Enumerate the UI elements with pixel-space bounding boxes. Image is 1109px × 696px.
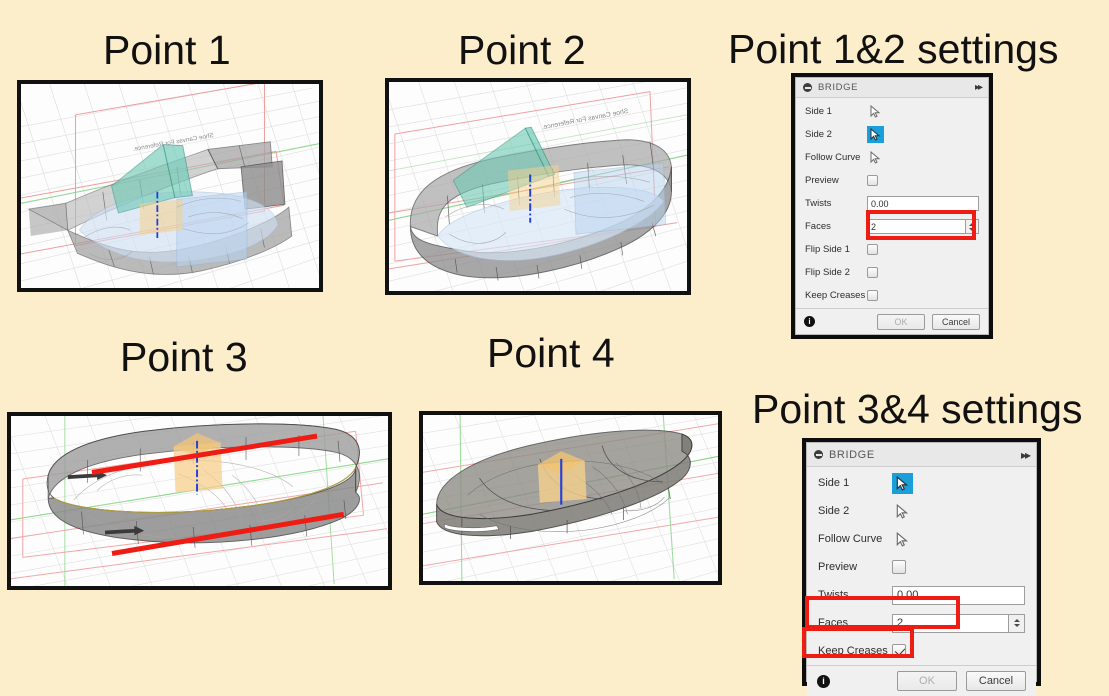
viewport-point-2[interactable]: Shoe Canvas For Reference. <box>385 78 691 295</box>
select-button-follow-curve[interactable] <box>867 149 884 166</box>
bridge-panel-top: BRIDGE ▸▸ Side 1 Side 2 Follow Curve Pre… <box>795 77 989 335</box>
row-follow-curve[interactable]: Follow Curve <box>796 146 988 169</box>
select-button-side-1[interactable] <box>867 103 884 120</box>
heading-point-2: Point 2 <box>458 27 586 73</box>
checkbox-keep-creases[interactable] <box>892 644 906 658</box>
row-label-faces: Faces <box>805 221 831 232</box>
select-button-follow-curve[interactable] <box>892 529 913 550</box>
spinner-down-icon[interactable] <box>969 227 975 231</box>
ok-button[interactable]: OK <box>877 313 925 330</box>
row-label-twists: Twists <box>805 198 832 209</box>
input-twists[interactable]: 0.00 <box>892 585 1025 605</box>
bridge-panel-bottom: BRIDGE ▸▸ Side 1 Side 2 Follow Curve Pre… <box>806 442 1037 696</box>
row-side-1[interactable]: Side 1 <box>796 100 988 123</box>
viewport-point-1-scene: Shoe Canvas For Reference. <box>21 84 319 288</box>
row-label-follow-curve: Follow Curve <box>818 533 883 545</box>
cursor-arrow-icon <box>870 128 881 141</box>
row-faces[interactable]: Faces 2 <box>796 215 988 238</box>
row-label-keep-creases: Keep Creases <box>818 645 888 657</box>
row-label-flip-side-2: Flip Side 2 <box>805 267 850 278</box>
checkbox-flip-side-1[interactable] <box>867 244 878 255</box>
row-keep-creases[interactable]: Keep Creases <box>796 284 988 307</box>
viewport-point-2-scene: Shoe Canvas For Reference. <box>389 82 687 291</box>
spinner-up-icon[interactable] <box>969 222 975 226</box>
stepper-faces[interactable]: 2 <box>867 219 979 234</box>
row-label-preview: Preview <box>805 175 839 186</box>
row-label-preview: Preview <box>818 561 858 573</box>
input-faces[interactable]: 2 <box>867 219 966 234</box>
cancel-button[interactable]: Cancel <box>932 313 980 330</box>
viewport-point-1[interactable]: Shoe Canvas For Reference. <box>17 80 323 292</box>
row-preview[interactable]: Preview <box>807 553 1036 581</box>
heading-point-3: Point 3 <box>120 334 248 380</box>
collapse-icon[interactable] <box>814 450 823 459</box>
row-side-2[interactable]: Side 2 <box>807 497 1036 525</box>
row-twists[interactable]: Twists 0.00 <box>796 192 988 215</box>
dialog-body-top: Side 1 Side 2 Follow Curve Preview Twist… <box>796 98 988 308</box>
checkbox-preview[interactable] <box>892 560 906 574</box>
dialog-titlebar-top[interactable]: BRIDGE ▸▸ <box>796 78 988 98</box>
row-keep-creases[interactable]: Keep Creases <box>807 637 1036 665</box>
dialog-title-label: BRIDGE <box>829 448 875 461</box>
row-side-1[interactable]: Side 1 <box>807 469 1036 497</box>
cursor-arrow-icon <box>896 503 909 519</box>
checkbox-flip-side-2[interactable] <box>867 267 878 278</box>
select-button-side-2[interactable] <box>867 126 884 143</box>
row-label-faces: Faces <box>818 617 848 629</box>
input-faces[interactable]: 2 <box>892 613 1009 633</box>
bridge-dialog-top[interactable]: BRIDGE ▸▸ Side 1 Side 2 Follow Curve Pre… <box>791 73 993 339</box>
spinner-faces[interactable] <box>1009 613 1025 633</box>
row-label-side-1: Side 1 <box>805 106 832 117</box>
row-follow-curve[interactable]: Follow Curve <box>807 525 1036 553</box>
row-label-side-1: Side 1 <box>818 477 850 489</box>
info-icon[interactable]: i <box>804 316 815 327</box>
expand-arrows-icon[interactable]: ▸▸ <box>1021 449 1031 461</box>
row-twists[interactable]: Twists 0.00 <box>807 581 1036 609</box>
viewport-point-4-scene <box>423 415 718 581</box>
cursor-arrow-icon <box>896 531 909 547</box>
row-label-side-2: Side 2 <box>818 505 850 517</box>
heading-point-3-4-settings: Point 3&4 settings <box>752 386 1083 432</box>
info-icon[interactable]: i <box>817 674 830 688</box>
cancel-button[interactable]: Cancel <box>966 671 1026 691</box>
row-preview[interactable]: Preview <box>796 169 988 192</box>
viewport-point-3-scene <box>11 416 388 586</box>
row-label-twists: Twists <box>818 589 849 601</box>
checkbox-preview[interactable] <box>867 175 878 186</box>
row-label-follow-curve: Follow Curve <box>805 152 861 163</box>
dialog-footer-bottom: i OK Cancel <box>807 665 1036 696</box>
viewport-point-3[interactable] <box>7 412 392 590</box>
stepper-faces[interactable]: 2 <box>892 613 1025 633</box>
heading-point-1-2-settings: Point 1&2 settings <box>728 26 1059 72</box>
spinner-faces[interactable] <box>966 219 979 234</box>
row-side-2[interactable]: Side 2 <box>796 123 988 146</box>
dialog-footer-top: i OK Cancel <box>796 308 988 334</box>
dialog-titlebar-bottom[interactable]: BRIDGE ▸▸ <box>807 443 1036 467</box>
row-flip-side-1[interactable]: Flip Side 1 <box>796 238 988 261</box>
cursor-arrow-icon <box>870 105 881 118</box>
cursor-arrow-icon <box>896 475 909 491</box>
input-twists[interactable]: 0.00 <box>867 196 979 211</box>
row-label-flip-side-1: Flip Side 1 <box>805 244 850 255</box>
spinner-down-icon[interactable] <box>1013 624 1020 627</box>
heading-point-1: Point 1 <box>103 27 231 73</box>
row-faces[interactable]: Faces 2 <box>807 609 1036 637</box>
dialog-title-label: BRIDGE <box>818 82 859 93</box>
cursor-arrow-icon <box>870 151 881 164</box>
dialog-body-bottom: Side 1 Side 2 Follow Curve Preview Twist… <box>807 467 1036 665</box>
select-button-side-2[interactable] <box>892 501 913 522</box>
slide-canvas: Point 1 Point 2 Point 1&2 settings Point… <box>0 0 1109 696</box>
row-label-keep-creases: Keep Creases <box>805 290 866 301</box>
checkbox-keep-creases[interactable] <box>867 290 878 301</box>
expand-arrows-icon[interactable]: ▸▸ <box>975 82 983 93</box>
viewport-point-4[interactable] <box>419 411 722 585</box>
heading-point-4: Point 4 <box>487 330 615 376</box>
collapse-icon[interactable] <box>803 83 812 92</box>
spinner-up-icon[interactable] <box>1013 619 1020 622</box>
ok-button[interactable]: OK <box>897 671 957 691</box>
select-button-side-1[interactable] <box>892 472 913 494</box>
row-label-side-2: Side 2 <box>805 129 832 140</box>
row-flip-side-2[interactable]: Flip Side 2 <box>796 261 988 284</box>
bridge-dialog-bottom[interactable]: BRIDGE ▸▸ Side 1 Side 2 Follow Curve Pre… <box>802 438 1041 696</box>
